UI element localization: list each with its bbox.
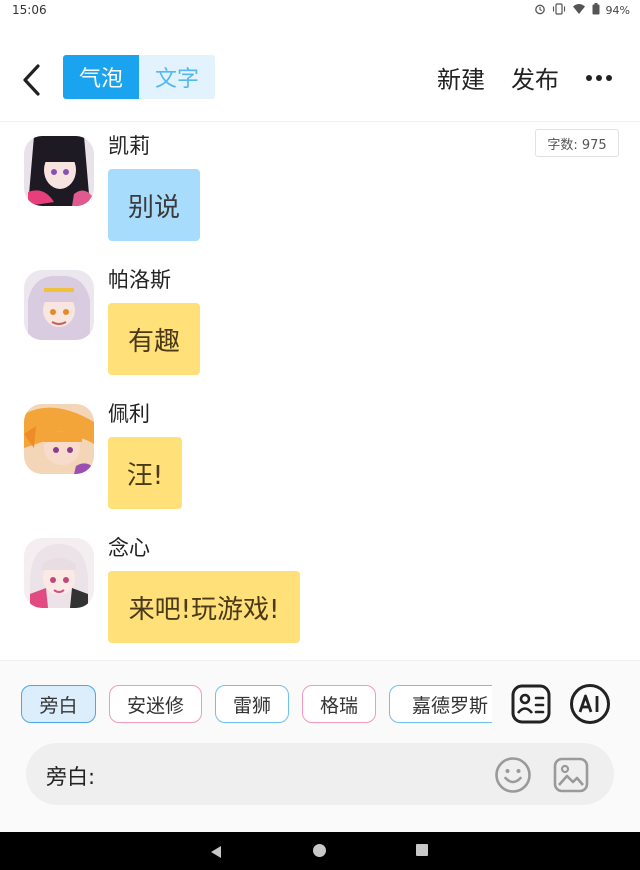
wifi-icon [572,3,586,18]
message-input[interactable] [136,755,500,795]
avatar[interactable] [24,270,94,340]
contact-card-icon [511,684,551,724]
sender-name: 帕洛斯 [108,268,171,292]
message-bubble[interactable]: 别说 [108,169,200,241]
image-button[interactable] [552,756,590,794]
new-button[interactable]: 新建 [437,60,485,95]
status-icons: 94% [534,3,630,18]
status-bar: 15:06 94% [0,0,640,22]
character-chips: 旁白 安迷修 雷狮 格瑞 嘉德罗斯 [20,685,492,725]
emoji-button[interactable] [494,756,532,794]
more-button[interactable] [584,68,614,88]
triangle-back-icon [211,846,221,858]
status-time: 15:06 [12,3,47,17]
message-input-bar: 旁白: [26,743,614,805]
character-chip[interactable]: 雷狮 [215,685,289,723]
image-icon [553,757,589,793]
battery-level: 94% [605,4,630,17]
back-button[interactable] [18,58,48,98]
editor-header: 气泡 文字 新建 发布 [0,50,640,106]
message-bubble[interactable]: 来吧!玩游戏! [108,571,300,643]
sender-name: 佩利 [108,402,150,426]
mode-toggle: 气泡 文字 [63,55,215,99]
avatar[interactable] [24,136,94,206]
speaker-prefix: 旁白: [46,765,96,789]
role-card-button[interactable] [510,683,552,725]
character-chip[interactable]: 嘉德罗斯 [389,685,492,723]
vibrate-icon [552,3,566,18]
nav-home-button[interactable] [313,844,326,857]
message-bubble[interactable]: 有趣 [108,303,200,375]
header-divider [0,121,640,122]
system-nav-bar [0,832,640,870]
input-panel: 旁白 安迷修 雷狮 格瑞 嘉德罗斯 旁白: [0,660,640,833]
emoji-icon [495,757,531,793]
avatar[interactable] [24,404,94,474]
more-dots-icon [586,75,612,81]
sender-name: 念心 [108,536,150,560]
character-chip[interactable]: 安迷修 [109,685,202,723]
alarm-icon [534,3,546,18]
message-bubble[interactable]: 汪! [108,437,182,509]
ai-icon [570,684,610,724]
tab-text[interactable]: 文字 [139,55,215,99]
nav-recent-button[interactable] [416,844,428,856]
character-chip[interactable]: 格瑞 [302,685,376,723]
nav-back-button[interactable] [210,844,222,863]
battery-icon [592,3,600,18]
avatar[interactable] [24,538,94,608]
chevron-left-icon [23,64,40,96]
publish-button[interactable]: 发布 [511,60,559,95]
ai-button[interactable] [569,683,611,725]
character-chip-narrator[interactable]: 旁白 [21,685,96,723]
sender-name: 凯莉 [108,134,150,158]
word-count-badge: 字数: 975 [535,129,619,157]
tab-bubble[interactable]: 气泡 [63,55,139,99]
